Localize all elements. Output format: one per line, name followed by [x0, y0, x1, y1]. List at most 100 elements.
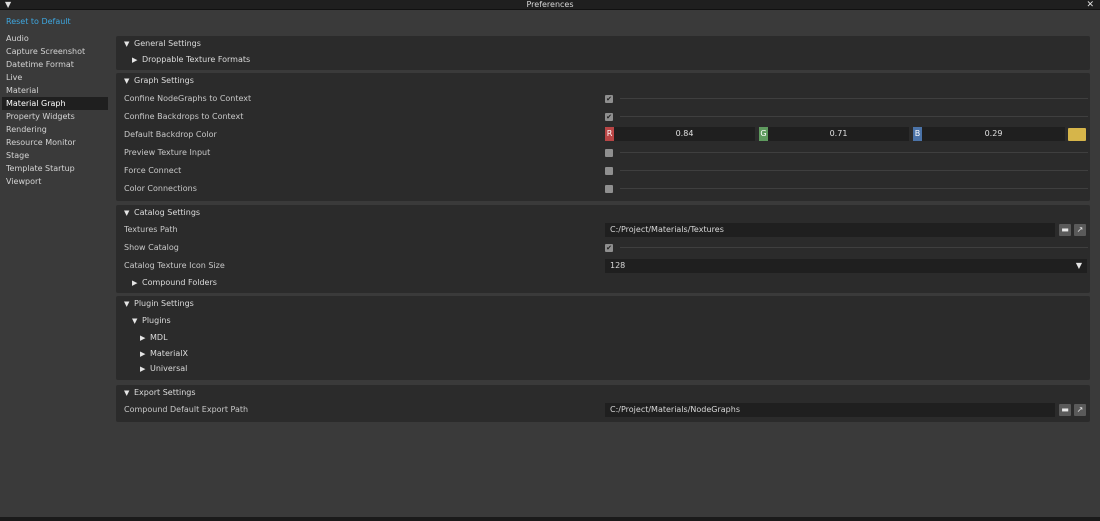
check-icon: ✔	[606, 113, 612, 121]
triangle-down-icon: ▼	[132, 317, 138, 325]
icon-size-value: 128	[610, 261, 626, 270]
color-connections-checkbox[interactable]	[605, 185, 613, 193]
compound-folders-header[interactable]: ▶ Compound Folders	[132, 276, 217, 290]
triangle-down-icon: ▼	[124, 389, 130, 397]
export-settings-header[interactable]: ▼ Export Settings	[124, 386, 196, 400]
g-channel-tag: G	[759, 127, 768, 141]
divider	[620, 188, 1088, 189]
sidebar-item-stage[interactable]: Stage	[0, 149, 110, 162]
window-title: Preferences	[526, 0, 574, 9]
reset-to-default-link[interactable]: Reset to Default	[6, 17, 71, 26]
triangle-down-icon: ▼	[124, 209, 130, 217]
compound-folders-label: Compound Folders	[142, 278, 217, 287]
export-settings-panel: ▼ Export Settings Compound Default Export…	[116, 385, 1090, 422]
catalog-settings-title: Catalog Settings	[134, 208, 201, 217]
sidebar-item-audio[interactable]: Audio	[0, 32, 110, 45]
backdrop-color-g-field[interactable]: G 0.71	[759, 127, 909, 141]
catalog-texture-icon-size-label: Catalog Texture Icon Size	[124, 261, 225, 270]
triangle-down-icon: ▼	[124, 77, 130, 85]
window-bottom-edge	[0, 517, 1100, 521]
plugin-item-universal[interactable]: ▶ Universal	[140, 362, 187, 376]
droppable-texture-formats-header[interactable]: ▶ Droppable Texture Formats	[132, 53, 250, 67]
sidebar-item-datetime-format[interactable]: Datetime Format	[0, 58, 110, 71]
sidebar-item-property-widgets[interactable]: Property Widgets	[0, 110, 110, 123]
triangle-down-icon: ▼	[124, 300, 130, 308]
sidebar-item-capture-screenshot[interactable]: Capture Screenshot	[0, 45, 110, 58]
title-bar: ▼ Preferences ✕	[0, 0, 1100, 10]
general-settings-header[interactable]: ▼ General Settings	[124, 37, 201, 51]
graph-settings-panel: ▼ Graph Settings Confine NodeGraphs to Co…	[116, 73, 1090, 201]
triangle-down-icon: ▼	[1075, 261, 1082, 270]
plugin-settings-panel: ▼ Plugin Settings ▼ Plugins ▶ MDL ▶ Material…	[116, 296, 1090, 380]
sidebar-item-rendering[interactable]: Rendering	[0, 123, 110, 136]
graph-settings-header[interactable]: ▼ Graph Settings	[124, 74, 194, 88]
triangle-right-icon: ▶	[132, 279, 138, 287]
check-icon: ✔	[606, 244, 612, 252]
catalog-settings-header[interactable]: ▼ Catalog Settings	[124, 206, 200, 220]
show-catalog-checkbox[interactable]: ✔	[605, 244, 613, 252]
g-channel-value: 0.71	[829, 129, 848, 138]
plugin-settings-title: Plugin Settings	[134, 299, 194, 308]
confine-nodegraphs-checkbox[interactable]: ✔	[605, 95, 613, 103]
force-connect-checkbox[interactable]	[605, 167, 613, 175]
sidebar-item-template-startup[interactable]: Template Startup	[0, 162, 110, 175]
plugin-item-label: MaterialX	[150, 349, 188, 358]
plugin-item-label: MDL	[150, 333, 168, 342]
textures-path-label: Textures Path	[124, 225, 178, 234]
triangle-right-icon: ▶	[140, 334, 146, 342]
backdrop-color-b-field[interactable]: B 0.29	[913, 127, 1065, 141]
divider	[620, 170, 1088, 171]
b-channel-value: 0.29	[984, 129, 1003, 138]
plugin-settings-header[interactable]: ▼ Plugin Settings	[124, 297, 194, 311]
open-external-icon[interactable]: ↗	[1074, 224, 1086, 236]
close-icon[interactable]: ✕	[1086, 0, 1094, 10]
sidebar: Reset to Default Audio Capture Screensho…	[0, 11, 112, 519]
sidebar-item-resource-monitor[interactable]: Resource Monitor	[0, 136, 110, 149]
sidebar-item-viewport[interactable]: Viewport	[0, 175, 110, 188]
triangle-right-icon: ▶	[132, 56, 138, 64]
default-backdrop-color-label: Default Backdrop Color	[124, 130, 217, 139]
r-channel-tag: R	[605, 127, 614, 141]
sidebar-item-live[interactable]: Live	[0, 71, 110, 84]
preview-texture-input-label: Preview Texture Input	[124, 148, 211, 157]
plugin-item-mdl[interactable]: ▶ MDL	[140, 331, 168, 345]
confine-nodegraphs-label: Confine NodeGraphs to Context	[124, 94, 252, 103]
confine-backdrops-label: Confine Backdrops to Context	[124, 112, 244, 121]
general-settings-title: General Settings	[134, 39, 201, 48]
triangle-right-icon: ▶	[140, 365, 146, 373]
divider	[620, 116, 1088, 117]
droppable-texture-formats-label: Droppable Texture Formats	[142, 55, 251, 64]
general-settings-panel: ▼ General Settings ▶ Droppable Texture For…	[116, 36, 1090, 70]
divider	[620, 152, 1088, 153]
force-connect-label: Force Connect	[124, 166, 182, 175]
compound-default-export-path-input[interactable]: C:/Project/Materials/NodeGraphs	[605, 403, 1055, 417]
show-catalog-label: Show Catalog	[124, 243, 179, 252]
sidebar-list: Audio Capture Screenshot Datetime Format…	[0, 32, 110, 188]
catalog-settings-panel: ▼ Catalog Settings Textures Path C:/Proje…	[116, 205, 1090, 293]
plugin-item-label: Universal	[150, 364, 188, 373]
compound-default-export-path-label: Compound Default Export Path	[124, 405, 249, 414]
confine-backdrops-checkbox[interactable]: ✔	[605, 113, 613, 121]
plugins-header[interactable]: ▼ Plugins	[132, 314, 171, 328]
triangle-right-icon: ▶	[140, 350, 146, 358]
plugin-item-materialx[interactable]: ▶ MaterialX	[140, 347, 188, 361]
backdrop-color-swatch[interactable]	[1068, 128, 1086, 141]
divider	[620, 98, 1088, 99]
preview-texture-input-checkbox[interactable]	[605, 149, 613, 157]
sidebar-item-material-graph[interactable]: Material Graph	[2, 97, 108, 110]
textures-path-input[interactable]: C:/Project/Materials/Textures	[605, 223, 1055, 237]
r-channel-value: 0.84	[675, 129, 694, 138]
color-connections-label: Color Connections	[124, 184, 197, 193]
catalog-texture-icon-size-dropdown[interactable]: 128 ▼	[605, 259, 1087, 273]
export-settings-title: Export Settings	[134, 388, 196, 397]
plugins-label: Plugins	[142, 316, 171, 325]
divider	[620, 247, 1088, 248]
graph-settings-title: Graph Settings	[134, 76, 194, 85]
backdrop-color-r-field[interactable]: R 0.84	[605, 127, 755, 141]
folder-icon[interactable]: ▬	[1059, 224, 1071, 236]
folder-icon[interactable]: ▬	[1059, 404, 1071, 416]
open-external-icon[interactable]: ↗	[1074, 404, 1086, 416]
sidebar-item-material[interactable]: Material	[0, 84, 110, 97]
triangle-down-icon: ▼	[124, 40, 130, 48]
check-icon: ✔	[606, 95, 612, 103]
